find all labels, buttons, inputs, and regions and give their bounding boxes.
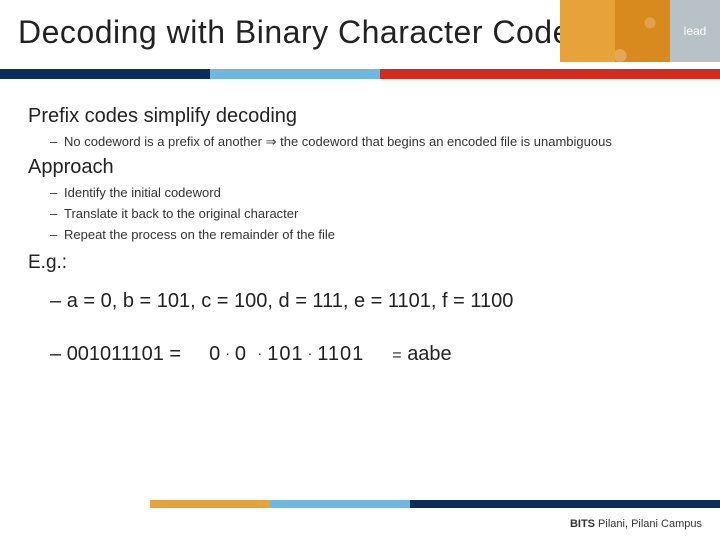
footer-org: BITS	[570, 518, 595, 530]
title-divider	[0, 69, 720, 79]
lead-badge: lead	[670, 0, 720, 62]
bullet-approach-3: –Repeat the process on the remainder of …	[50, 227, 692, 242]
example-codes: – a = 0, b = 101, c = 100, d = 111, e = …	[50, 290, 692, 313]
split-codewords: 0·0 ·101·1101	[209, 343, 364, 366]
bullet-approach-1: –Identify the initial codeword	[50, 185, 692, 200]
example-decode: – 001011101 = 0·0 ·101·1101 = aabe	[50, 343, 692, 366]
footer-text: BITS Pilani, Pilani Campus	[570, 518, 702, 530]
header-decoration: lead	[560, 0, 720, 62]
example-label: E.g.:	[28, 252, 692, 274]
bullet-text: Repeat the process on the remainder of t…	[64, 227, 335, 242]
section-heading-prefix: Prefix codes simplify decoding	[28, 105, 692, 128]
codes-text: a = 0, b = 101, c = 100, d = 111, e = 11…	[67, 290, 514, 312]
footer-divider	[150, 500, 720, 508]
bullet-text: Identify the initial codeword	[64, 185, 221, 200]
bullet-approach-2: –Translate it back to the original chara…	[50, 206, 692, 221]
decoded-value: aabe	[407, 343, 452, 365]
footer-campus: Pilani, Pilani Campus	[595, 518, 702, 530]
section-heading-approach: Approach	[28, 156, 692, 179]
encoded-value: 001011101 =	[67, 343, 181, 365]
equals-sign: =	[392, 347, 401, 364]
bullet-text: Translate it back to the original charac…	[64, 206, 298, 221]
content-area: Prefix codes simplify decoding –No codew…	[0, 79, 720, 366]
bullet-text: No codeword is a prefix of another ⇒ the…	[64, 134, 612, 149]
bullet-prefix-explain: –No codeword is a prefix of another ⇒ th…	[50, 134, 692, 150]
